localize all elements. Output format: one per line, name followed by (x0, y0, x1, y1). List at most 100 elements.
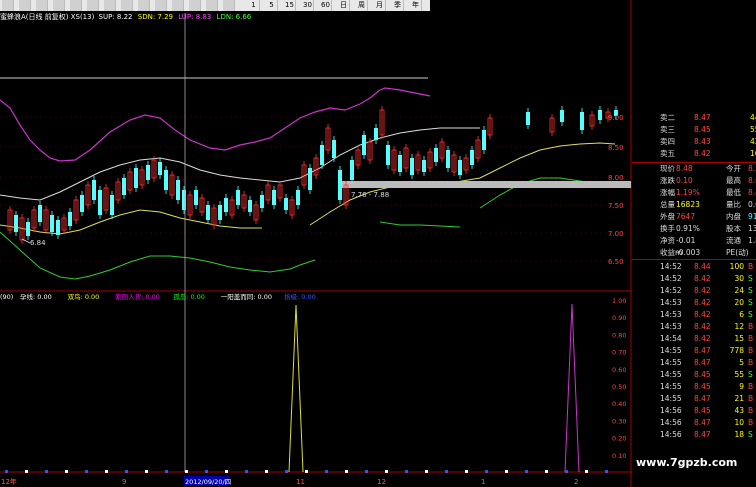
tick-time: 14:53 (660, 322, 682, 331)
tick-direction: S (748, 298, 753, 307)
tick-time: 14:56 (660, 418, 682, 427)
dot-marker (145, 470, 148, 473)
candle (458, 156, 462, 179)
tick-time: 14:55 (660, 382, 682, 391)
stat-value: -0.003 (676, 248, 701, 257)
low-price-marker: 6.84 (30, 239, 46, 247)
upper-band-right (379, 87, 431, 97)
indicator-axis-label: 0.90 (612, 314, 626, 322)
candle (56, 216, 60, 239)
stat-label: 涨幅 (660, 188, 675, 197)
candle (277, 181, 283, 202)
candle (265, 181, 271, 204)
price-axis-label: 7.00 (608, 230, 624, 238)
candle (367, 138, 373, 164)
candle (374, 124, 378, 144)
sell-level-row: 卖五 8.42 16 (632, 148, 756, 160)
tick-volume: 100 (729, 262, 744, 271)
price-range-bar (338, 181, 631, 188)
sell-level-row: 卖三 8.45 55 (632, 124, 756, 136)
sell-level-volume: 43 (750, 137, 756, 146)
x-label-2: 2 (574, 478, 578, 486)
tick-direction: B (748, 394, 754, 403)
tick-volume: 6 (739, 310, 744, 319)
x-label-year: 12年 (1, 477, 17, 486)
candle (253, 201, 259, 224)
tick-row: 14:55 8.47 778 B (632, 345, 756, 357)
dot-marker (345, 470, 348, 473)
candle (103, 184, 109, 214)
dot-marker (65, 470, 68, 473)
dot-marker (85, 470, 88, 473)
dot-marker (225, 470, 228, 473)
tick-direction: S (748, 274, 753, 283)
candle (589, 111, 595, 130)
tick-price: 8.47 (694, 430, 711, 439)
dot-marker (445, 470, 448, 473)
candle (7, 206, 13, 234)
tick-row: 14:56 8.47 10 B (632, 417, 756, 429)
tick-price: 8.42 (694, 286, 711, 295)
tick-price: 8.45 (694, 370, 711, 379)
stat-value: -0.01 (676, 236, 696, 245)
indicator-axis-label: 0.70 (612, 349, 626, 357)
dot-marker (185, 470, 188, 473)
candle (122, 174, 126, 199)
sell-level-price: 8.43 (694, 137, 711, 146)
candle (61, 214, 67, 234)
tick-volume: 5 (739, 358, 744, 367)
candle (446, 146, 450, 172)
indicator-axis-label: 0.10 (612, 452, 626, 460)
candle (427, 148, 433, 172)
candle (560, 106, 564, 126)
dot-marker (125, 470, 128, 473)
stat-row: 净资-0.01 流通 1.85 (632, 235, 756, 247)
dot-marker (605, 470, 608, 473)
candle (549, 114, 555, 136)
candle (272, 186, 276, 209)
dot-marker (105, 470, 108, 473)
stat-label: PE(动) (726, 248, 749, 257)
indicator-axis-label: 0.40 (612, 400, 626, 408)
tick-price: 8.47 (694, 346, 711, 355)
stat-value: 1.19% (676, 188, 700, 197)
stat-value: 16823 (676, 200, 700, 209)
tick-row: 14:54 8.42 15 B (632, 333, 756, 345)
x-label-1: 1 (481, 478, 485, 486)
candle (194, 186, 198, 209)
candle (169, 171, 175, 199)
candle (350, 156, 354, 184)
candle (139, 166, 145, 189)
tick-volume: 9 (739, 382, 744, 391)
tick-volume: 10 (734, 418, 744, 427)
candle (415, 151, 421, 174)
candle (343, 181, 349, 209)
tick-direction: S (748, 430, 753, 439)
candle (92, 176, 96, 204)
stat-value: 8.4 (748, 188, 756, 197)
candle (211, 204, 217, 229)
tick-direction: B (748, 322, 754, 331)
candle (236, 186, 240, 209)
stat-label: 外盘 (660, 212, 675, 221)
tick-price: 8.45 (694, 382, 711, 391)
dot-marker (485, 470, 488, 473)
stat-value: 8.48 (676, 164, 693, 173)
stat-label: 量比 (726, 200, 741, 209)
candle (475, 136, 481, 162)
dot-marker (565, 470, 568, 473)
tick-time: 14:53 (660, 310, 682, 319)
tick-price: 8.47 (694, 418, 711, 427)
candle (50, 211, 54, 236)
dot-marker (465, 470, 468, 473)
candle (386, 141, 390, 169)
indicator-axis-label: 0.80 (612, 331, 626, 339)
kline-chart[interactable]: 6.84 7.76 - 7.88 12年 9 11 12 1 2 2012/09… (0, 0, 632, 487)
candle (580, 108, 584, 134)
sell-level-label: 卖五 (660, 149, 675, 158)
stat-label: 流通 (726, 236, 741, 245)
candle (410, 154, 414, 179)
price-axis-label: 8.00 (608, 174, 624, 182)
candle (98, 186, 102, 219)
sell-level-row: 卖四 8.43 43 (632, 136, 756, 148)
